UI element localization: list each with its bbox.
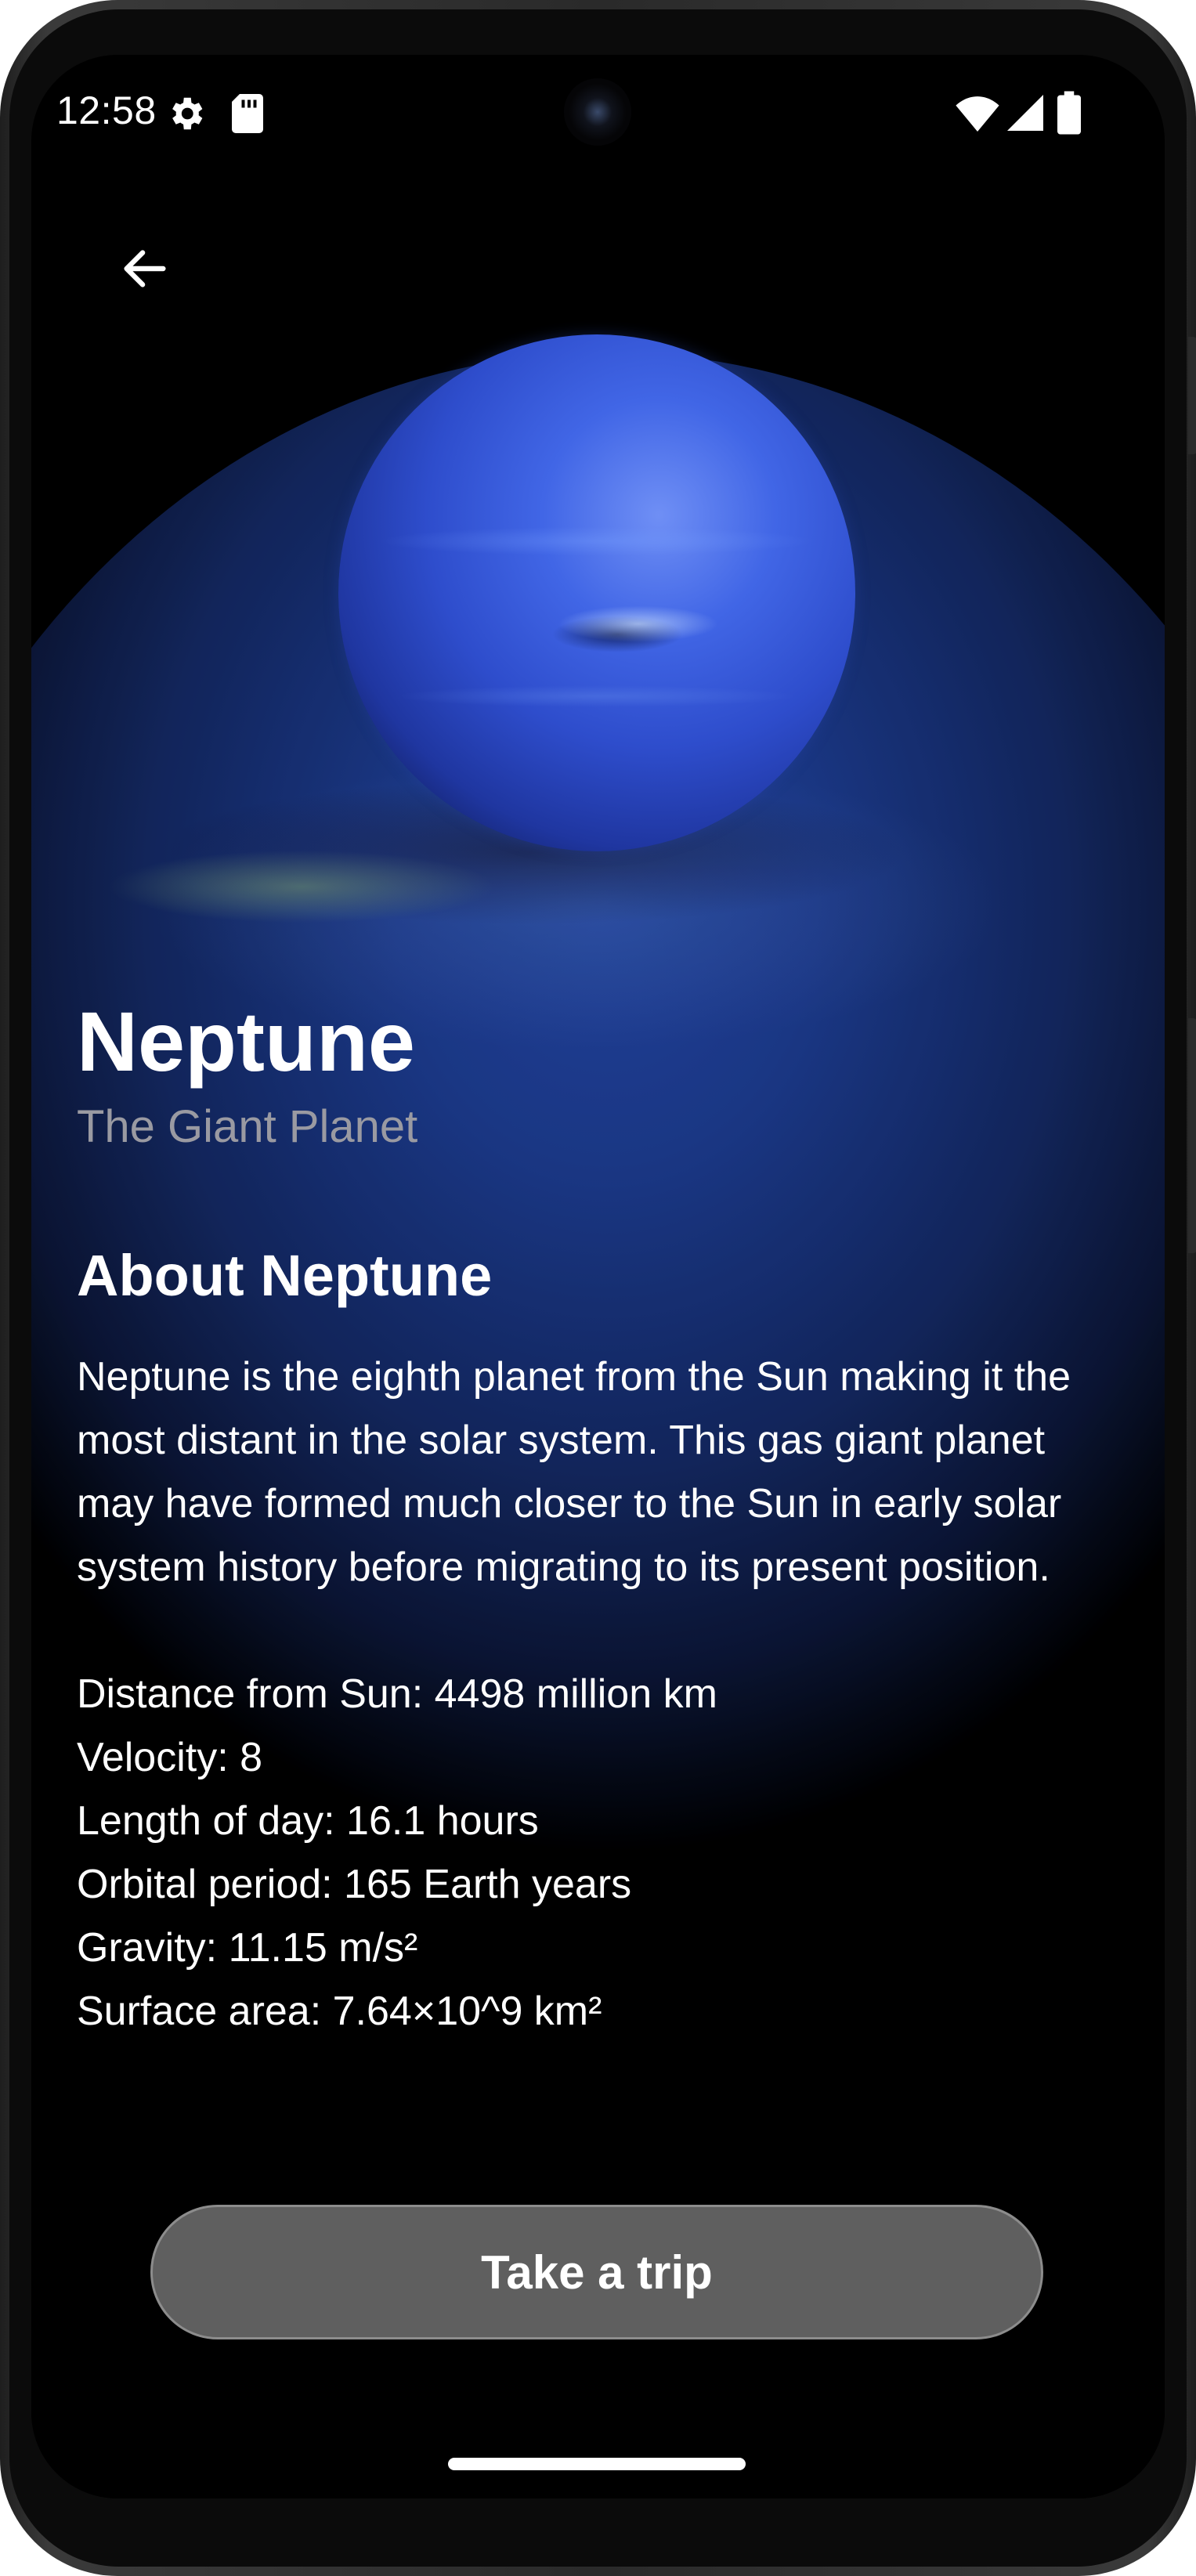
planet-subtitle: The Giant Planet	[77, 1101, 418, 1152]
battery-icon	[1057, 91, 1081, 139]
neptune-planet-image	[338, 334, 855, 851]
stat-day-length: Length of day: 16.1 hours	[77, 1798, 539, 1844]
front-camera	[564, 78, 631, 146]
cellular-signal-icon	[1007, 94, 1043, 135]
status-time: 12:58	[56, 89, 157, 132]
wifi-icon	[956, 96, 999, 135]
status-bar: 12:58	[31, 55, 1165, 172]
stat-gravity: Gravity: 11.15 m/s²	[77, 1925, 418, 1971]
phone-device-frame: 12:58 Neptune The Giant Planet About Nep…	[0, 0, 1196, 2576]
about-description: Neptune is the eighth planet from the Su…	[77, 1354, 1071, 1590]
power-button	[1188, 337, 1196, 454]
stat-surface-area: Surface area: 7.64×10^9 km²	[77, 1989, 602, 2034]
settings-gear-icon	[164, 92, 207, 139]
stat-orbital-period: Orbital period: 165 Earth years	[77, 1862, 632, 1907]
back-button[interactable]	[102, 227, 188, 313]
take-a-trip-label: Take a trip	[481, 2245, 713, 2299]
about-heading: About Neptune	[77, 1243, 493, 1308]
stat-distance: Distance from Sun: 4498 million km	[77, 1671, 717, 1717]
home-indicator[interactable]	[448, 2458, 746, 2470]
planet-name: Neptune	[77, 994, 415, 1089]
stat-velocity: Velocity: 8	[77, 1735, 263, 1780]
planet-stats: Distance from Sun: 4498 million km Veloc…	[77, 1663, 1126, 2043]
app-screen: 12:58 Neptune The Giant Planet About Nep…	[31, 55, 1165, 2498]
volume-button	[1188, 1018, 1196, 1253]
take-a-trip-button[interactable]: Take a trip	[150, 2205, 1043, 2339]
planet-details: Neptune The Giant Planet About Neptune N…	[77, 995, 1126, 2043]
arrow-left-icon	[117, 241, 172, 300]
sd-card-icon	[232, 94, 263, 137]
